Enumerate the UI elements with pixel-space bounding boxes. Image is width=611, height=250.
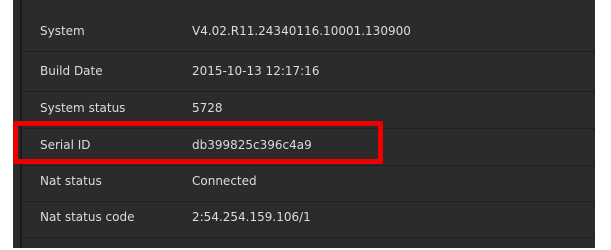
row-label: Build Date — [40, 64, 103, 78]
row-value: V4.02.R11.24340116.10001.130900 — [192, 24, 411, 38]
row-label: Nat status — [40, 174, 102, 188]
row-value: 2:54.254.159.106/1 — [192, 210, 311, 224]
table-row-nat-status: Nat status Connected — [22, 162, 595, 202]
table-row-nat-status-code: Nat status code 2:54.254.159.106/1 — [22, 198, 595, 238]
serial-id-highlight-box — [13, 121, 383, 164]
device-info-panel: System V4.02.R11.24340116.10001.130900 B… — [0, 0, 611, 250]
row-value: Connected — [192, 174, 257, 188]
row-label: Nat status code — [40, 210, 135, 224]
table-row-system: System V4.02.R11.24340116.10001.130900 — [22, 12, 595, 52]
table-row-build-date: Build Date 2015-10-13 12:17:16 — [22, 52, 595, 92]
row-label: System — [40, 24, 85, 38]
row-value: 2015-10-13 12:17:16 — [192, 64, 320, 78]
